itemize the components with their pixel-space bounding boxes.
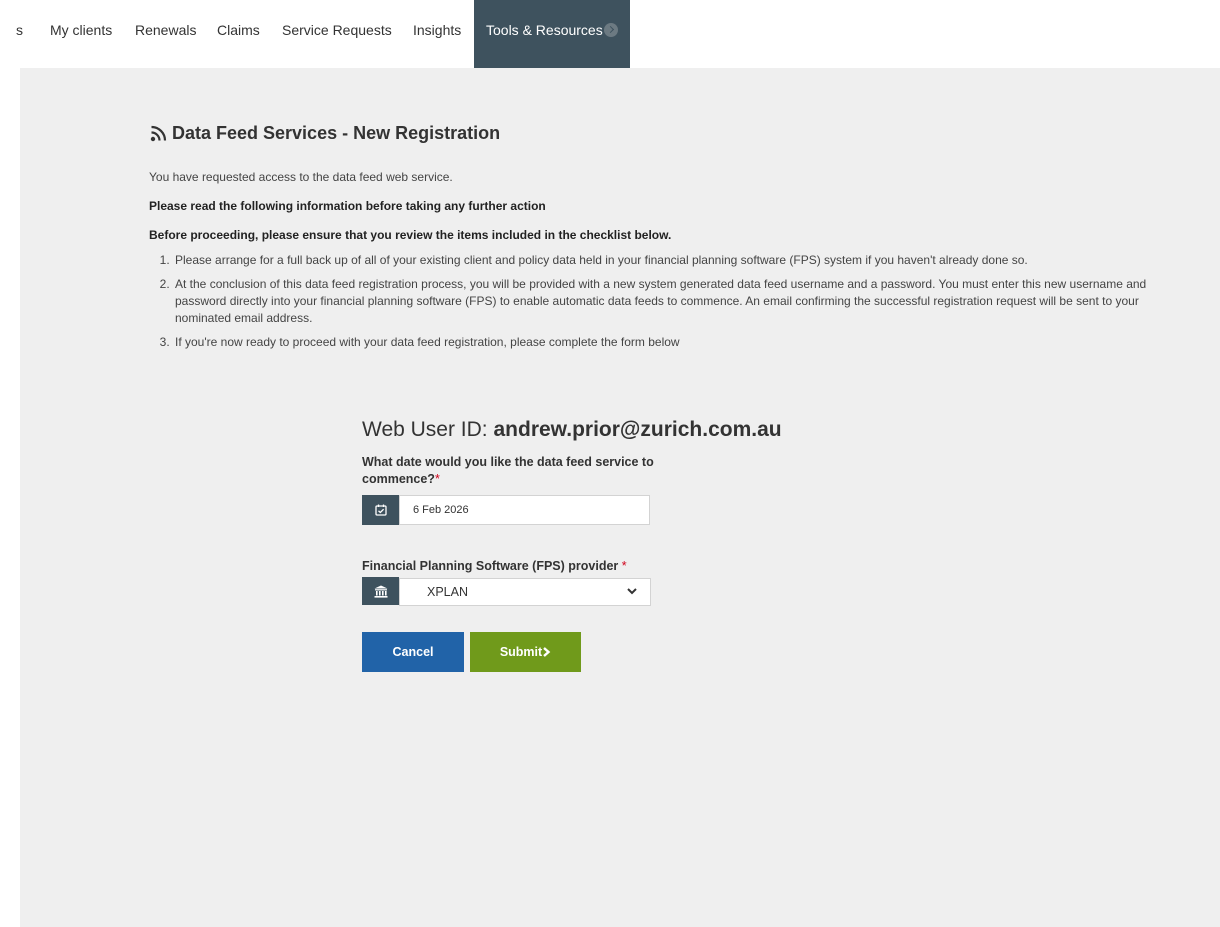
submit-label: Submit	[499, 645, 543, 659]
fps-label-text: Financial Planning Software (FPS) provid…	[362, 559, 619, 573]
date-label-text: What date would you like the data feed s…	[362, 455, 654, 486]
fps-provider-select[interactable]: XPLAN	[399, 578, 651, 606]
calendar-button[interactable]	[362, 495, 399, 525]
page-title-text: Data Feed Services - New Registration	[172, 123, 501, 143]
chevron-down-icon	[627, 588, 637, 595]
fps-selected-value: XPLAN	[427, 585, 468, 599]
page-title: Data Feed Services - New Registration	[150, 123, 500, 144]
nav-item-insights[interactable]: Insights	[413, 0, 461, 68]
required-marker: *	[621, 559, 627, 573]
checklist: Please arrange for a full back up of all…	[159, 252, 1183, 358]
rss-icon	[150, 125, 167, 141]
date-field-label: What date would you like the data feed s…	[362, 454, 672, 488]
nav-item-renewals[interactable]: Renewals	[135, 0, 196, 68]
institution-icon	[374, 585, 387, 598]
nav-item-truncated[interactable]: s	[16, 0, 23, 68]
nav-item-my-clients[interactable]: My clients	[50, 0, 112, 68]
fps-addon	[362, 577, 399, 605]
nav-item-tools-resources[interactable]: Tools & Resources	[474, 0, 630, 68]
nav-item-service-requests[interactable]: Service Requests	[282, 0, 392, 68]
nav-item-tools-resources-label: Tools & Resources	[486, 22, 603, 38]
commence-date-input[interactable]	[399, 495, 650, 525]
top-navigation: s My clients Renewals Claims Service Req…	[0, 0, 1220, 68]
cancel-button[interactable]: Cancel	[362, 632, 464, 672]
checklist-intro: Before proceeding, please ensure that yo…	[149, 228, 672, 242]
nav-item-claims[interactable]: Claims	[217, 0, 260, 68]
submit-button[interactable]: Submit	[470, 632, 581, 672]
calendar-check-icon	[374, 504, 387, 516]
web-user-label: Web User ID:	[362, 418, 488, 441]
checklist-item: At the conclusion of this data feed regi…	[173, 276, 1183, 327]
chevron-right-icon	[543, 646, 551, 657]
circle-chevron-right-icon	[603, 22, 618, 37]
required-marker: *	[434, 472, 440, 486]
checklist-item: If you're now ready to proceed with your…	[173, 334, 1183, 351]
web-user-id: andrew.prior@zurich.com.au	[493, 418, 782, 441]
main-panel: Data Feed Services - New Registration Yo…	[20, 68, 1220, 927]
fps-field-label: Financial Planning Software (FPS) provid…	[362, 558, 627, 575]
intro-text: You have requested access to the data fe…	[149, 170, 453, 184]
web-user-heading: Web User ID: andrew.prior@zurich.com.au	[362, 418, 782, 442]
checklist-item: Please arrange for a full back up of all…	[173, 252, 1183, 269]
notice-text: Please read the following information be…	[149, 199, 546, 213]
